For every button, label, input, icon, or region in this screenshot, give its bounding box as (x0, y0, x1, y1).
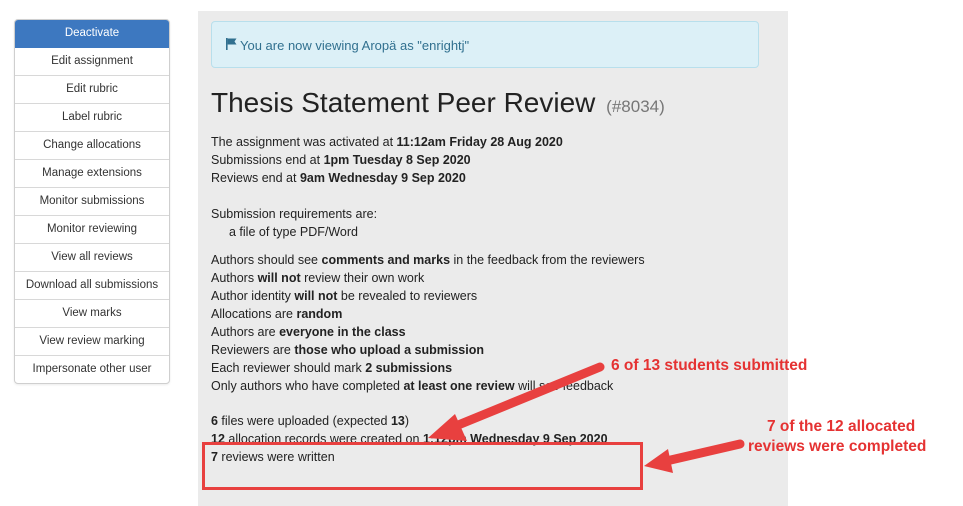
arrow-to-files (428, 362, 605, 441)
callout-submitted: 6 of 13 students submitted (611, 357, 808, 374)
arrow-to-reviews (644, 439, 745, 473)
callout-reviews-line1: 7 of the 12 allocated (767, 418, 916, 435)
callout-reviews-line2: reviews were completed (748, 438, 927, 455)
